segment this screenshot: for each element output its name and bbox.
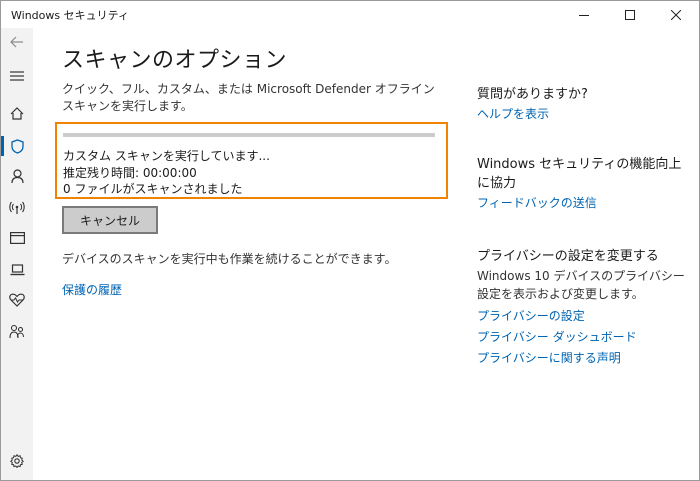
- back-button[interactable]: [1, 30, 33, 54]
- close-button[interactable]: [653, 1, 699, 28]
- menu-button[interactable]: [1, 64, 33, 88]
- scan-files-count: 0 ファイルがスキャンされました: [63, 182, 243, 196]
- sidebar-item-firewall[interactable]: [1, 196, 33, 220]
- feedback-link[interactable]: フィードバックの送信: [477, 194, 597, 211]
- sidebar-item-family-options[interactable]: [1, 319, 33, 343]
- minimize-button[interactable]: [561, 1, 607, 28]
- sidebar-item-device-security[interactable]: [1, 258, 33, 282]
- gear-icon: [10, 454, 24, 468]
- laptop-icon: [10, 264, 24, 276]
- home-icon: [10, 106, 24, 120]
- privacy-statement-link[interactable]: プライバシーに関する声明: [477, 349, 621, 366]
- app-browser-icon: [9, 232, 25, 244]
- help-link[interactable]: ヘルプを表示: [477, 105, 549, 122]
- cancel-button[interactable]: キャンセル: [62, 206, 158, 234]
- sidebar-item-device-performance[interactable]: [1, 288, 33, 312]
- person-icon: [10, 168, 24, 183]
- maximize-icon: [625, 9, 635, 20]
- improve-heading: Windows セキュリティの機能向上に協力: [477, 157, 682, 191]
- menu-icon: [10, 71, 24, 81]
- family-icon: [9, 324, 25, 338]
- scan-status-text: カスタム スキャンを実行しています...: [63, 149, 270, 163]
- privacy-description: Windows 10 デバイスのプライバシー設定を表示および変更します。: [477, 269, 685, 301]
- privacy-dashboard-link[interactable]: プライバシー ダッシュボード: [477, 328, 637, 345]
- privacy-settings-link[interactable]: プライバシーの設定: [477, 307, 585, 324]
- privacy-heading: プライバシーの設定を変更する: [477, 249, 659, 264]
- sidebar-item-account[interactable]: [1, 164, 33, 188]
- sidebar: [1, 28, 33, 480]
- sidebar-item-home[interactable]: [1, 101, 33, 125]
- page-description: クイック、フル、カスタム、または Microsoft Defender オフライ…: [62, 82, 435, 113]
- title-bar: Windows セキュリティ: [1, 1, 699, 28]
- close-icon: [671, 9, 681, 20]
- protection-history-link[interactable]: 保護の履歴: [62, 281, 122, 298]
- sidebar-item-settings[interactable]: [1, 449, 33, 473]
- app-window: Windows セキュリティ スキャンのオプション クイック、フル、カスタム、ま…: [0, 0, 700, 481]
- sidebar-item-virus-protection[interactable]: [1, 134, 33, 158]
- help-heading: 質問がありますか?: [477, 87, 588, 102]
- maximize-button[interactable]: [607, 1, 653, 28]
- shield-icon: [10, 138, 24, 154]
- page-title: スキャンのオプション: [62, 48, 288, 73]
- sidebar-item-app-browser[interactable]: [1, 226, 33, 250]
- continue-working-text: デバイスのスキャンを実行中も作業を続けることができます。: [62, 252, 397, 266]
- back-arrow-icon: [10, 36, 23, 48]
- network-icon: [9, 201, 25, 214]
- minimize-icon: [579, 14, 589, 16]
- heart-icon: [9, 293, 25, 307]
- scan-progress-bar: [63, 133, 435, 137]
- scan-time-remaining: 推定残り時間: 00:00:00: [63, 166, 197, 180]
- window-title: Windows セキュリティ: [11, 9, 129, 22]
